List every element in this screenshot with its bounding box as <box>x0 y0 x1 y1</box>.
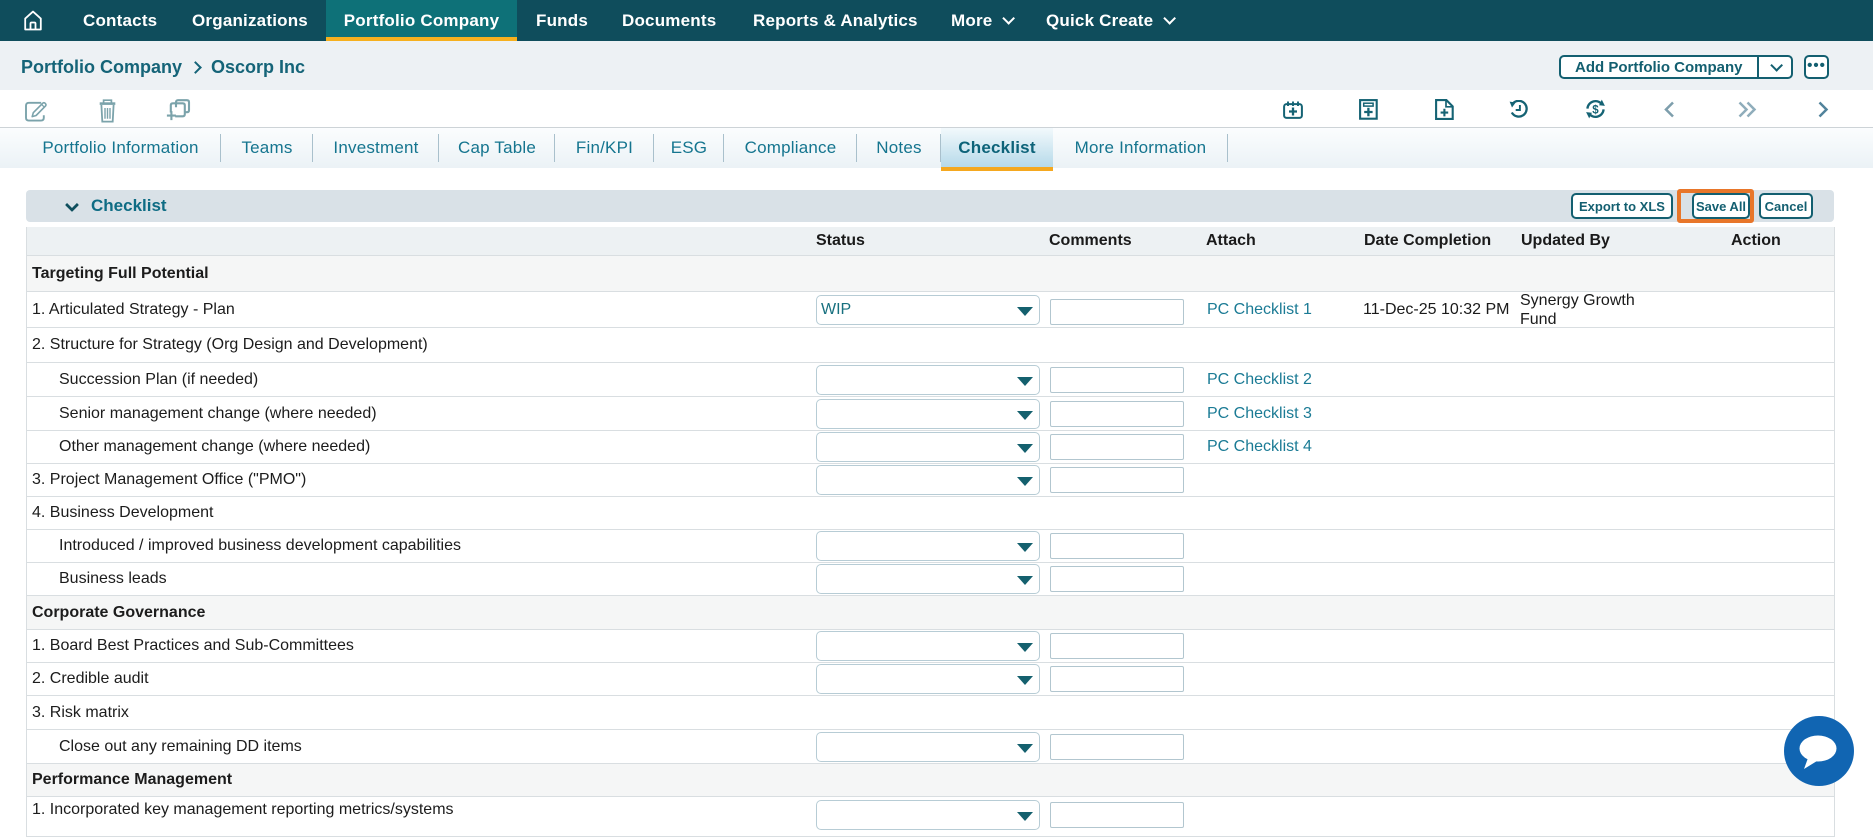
svg-text:$: $ <box>1592 104 1599 116</box>
